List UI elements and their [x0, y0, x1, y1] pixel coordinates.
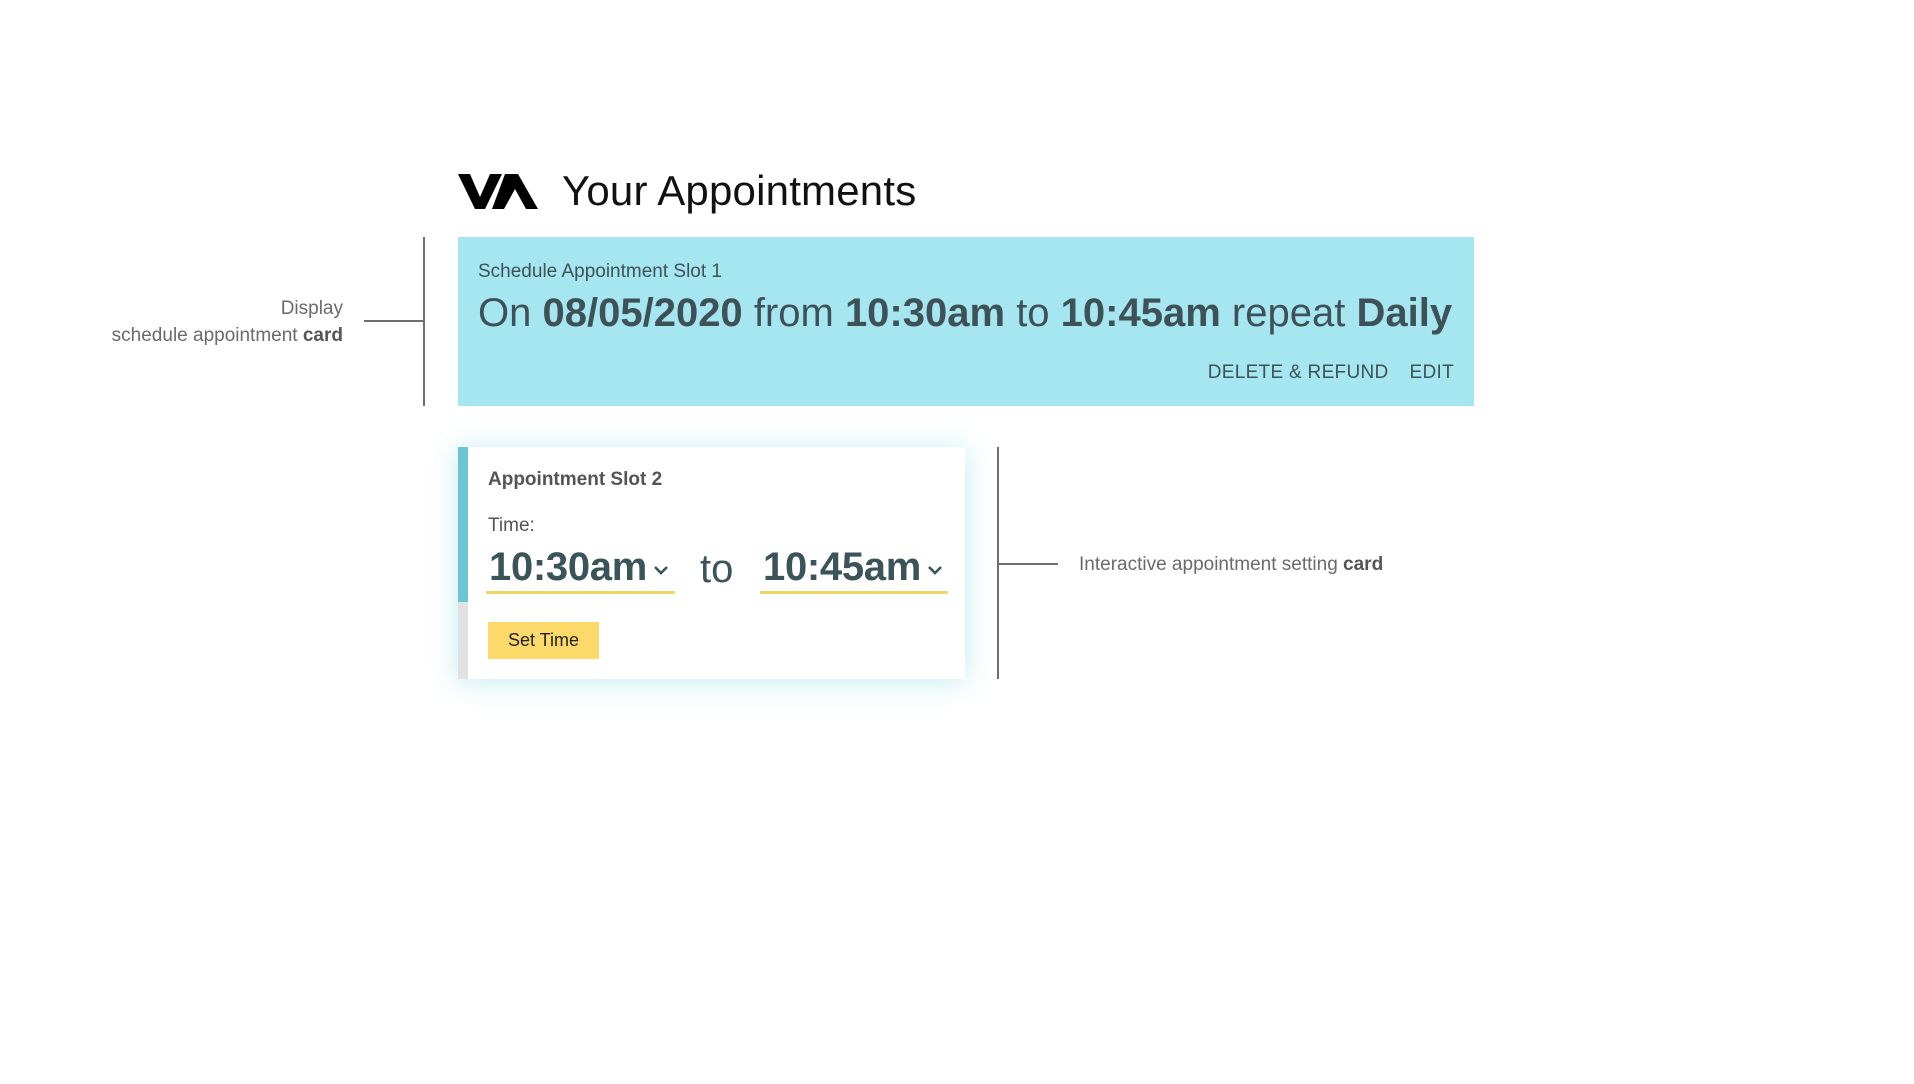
schedule-appointment-card: Schedule Appointment Slot 1 On 08/05/202… — [458, 237, 1474, 406]
end-time-value: 10:45am — [763, 544, 922, 589]
summary-from: from — [753, 291, 834, 335]
summary-on: On — [478, 291, 532, 335]
card-accent-rail — [458, 447, 468, 602]
interactive-card-annotation: Interactive appointment setting card — [1079, 551, 1383, 578]
display-card-connector — [364, 320, 424, 322]
appointment-start-time: 10:30am — [844, 291, 1006, 335]
appointment-date: 08/05/2020 — [542, 291, 743, 335]
annotation-line-display: Display — [280, 298, 343, 319]
card-title: Schedule Appointment Slot 1 — [478, 261, 723, 282]
start-time-select[interactable]: 10:30am — [486, 543, 675, 594]
chevron-down-icon — [928, 566, 942, 575]
display-card-bracket — [423, 237, 425, 406]
edit-button[interactable]: EDIT — [1410, 362, 1454, 384]
appointment-frequency: Daily — [1356, 291, 1453, 335]
appointment-setting-card: Appointment Slot 2 Time: 10:30am to 10:4… — [458, 447, 965, 679]
display-card-annotation: Display schedule appointment card — [112, 295, 343, 349]
page-header: Your Appointments — [458, 170, 916, 212]
page: Your Appointments Display schedule appoi… — [0, 0, 1914, 1084]
card-title: Appointment Slot 2 — [488, 469, 663, 490]
annotation-emphasis: card — [1343, 554, 1384, 575]
card-rail-inactive — [458, 602, 468, 679]
interactive-card-connector — [998, 563, 1058, 565]
annotation-text: schedule appointment — [111, 325, 303, 346]
end-time-select[interactable]: 10:45am — [760, 543, 948, 594]
chevron-down-icon — [654, 566, 668, 575]
va-logo — [458, 174, 538, 209]
page-title: Your Appointments — [562, 167, 917, 214]
annotation-line-schedule-card: schedule appointment card — [112, 322, 343, 349]
to-label: to — [700, 547, 734, 591]
delete-refund-button[interactable]: DELETE & REFUND — [1208, 362, 1389, 384]
start-time-value: 10:30am — [489, 544, 648, 589]
card-actions: DELETE & REFUND EDIT — [1208, 362, 1454, 384]
appointment-summary: On 08/05/2020 from 10:30am to 10:45am re… — [478, 289, 1452, 337]
annotation-text: Interactive appointment setting — [1079, 554, 1344, 575]
summary-to: to — [1016, 291, 1050, 335]
annotation-emphasis: card — [302, 325, 343, 346]
summary-repeat: repeat — [1231, 291, 1346, 335]
set-time-button[interactable]: Set Time — [488, 622, 599, 659]
time-label: Time: — [488, 515, 535, 536]
appointment-end-time: 10:45am — [1060, 291, 1221, 335]
